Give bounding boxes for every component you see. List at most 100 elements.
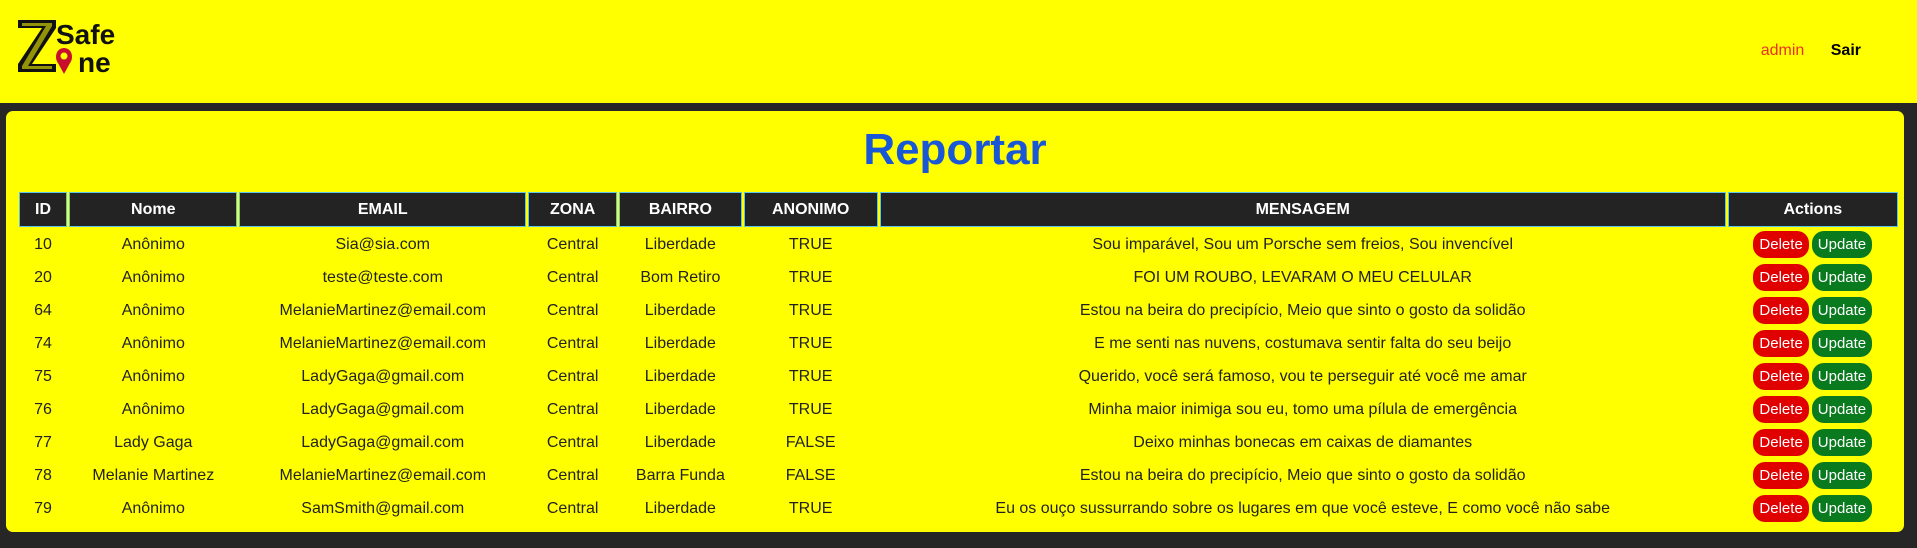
table-row: 75 Anônimo LadyGaga@gmail.com Central Li… xyxy=(19,361,1898,392)
table-row: 74 Anônimo MelanieMartinez@email.com Cen… xyxy=(19,328,1898,359)
delete-button[interactable]: Delete xyxy=(1753,264,1809,291)
update-button[interactable]: Update xyxy=(1811,462,1873,489)
cell-bairro: Liberdade xyxy=(644,400,716,418)
delete-button[interactable]: Delete xyxy=(1753,231,1809,258)
column-header-anonimo: ANONIMO xyxy=(743,192,878,227)
cell-anonimo: TRUE xyxy=(788,367,833,385)
cell-bairro: Barra Funda xyxy=(635,466,725,484)
cell-email: MelanieMartinez@email.com xyxy=(279,466,487,484)
cell-zona: Central xyxy=(546,400,599,418)
cell-actions: Delete Update xyxy=(1728,394,1898,425)
cell-actions: Delete Update xyxy=(1728,262,1898,293)
cell-nome: Anônimo xyxy=(121,367,185,385)
delete-button[interactable]: Delete xyxy=(1753,495,1809,522)
cell-email: MelanieMartinez@email.com xyxy=(279,301,487,319)
cell-nome: Anônimo xyxy=(121,268,185,286)
cell-actions: Delete Update xyxy=(1728,493,1898,524)
cell-nome: Anônimo xyxy=(121,334,185,352)
column-header-mensagem: MENSAGEM xyxy=(879,192,1726,227)
cell-actions: Delete Update xyxy=(1728,229,1898,260)
table-row: 77 Lady Gaga LadyGaga@gmail.com Central … xyxy=(19,427,1898,458)
cell-bairro: Liberdade xyxy=(644,301,716,319)
update-button[interactable]: Update xyxy=(1811,297,1873,324)
table-row: 79 Anônimo SamSmith@gmail.com Central Li… xyxy=(19,493,1898,524)
cell-email: SamSmith@gmail.com xyxy=(301,499,465,517)
logout-link[interactable]: Sair xyxy=(1831,42,1861,59)
cell-actions: Delete Update xyxy=(1728,427,1898,458)
page-title: Reportar xyxy=(863,125,1047,174)
cell-actions: Delete Update xyxy=(1728,361,1898,392)
update-button[interactable]: Update xyxy=(1811,264,1873,291)
cell-mensagem: Sou imparável, Sou um Porsche sem freios… xyxy=(1092,235,1513,253)
cell-id: 77 xyxy=(34,433,52,451)
cell-actions: Delete Update xyxy=(1728,460,1898,491)
cell-email: Sia@sia.com xyxy=(335,235,431,253)
cell-anonimo: TRUE xyxy=(788,400,833,418)
table-row: 64 Anônimo MelanieMartinez@email.com Cen… xyxy=(19,295,1898,326)
cell-mensagem: Querido, você será famoso, vou te perseg… xyxy=(1078,367,1527,385)
svg-text:Safe: Safe xyxy=(56,19,115,50)
table-row: 78 Melanie Martinez MelanieMartinez@emai… xyxy=(19,460,1898,491)
cell-mensagem: E me senti nas nuvens, costumava sentir … xyxy=(1094,334,1512,352)
reports-table: ID Nome EMAIL ZONA BAIRRO ANONIMO MENSAG… xyxy=(17,190,1900,526)
cell-zona: Central xyxy=(546,301,599,319)
cell-email: teste@teste.com xyxy=(322,268,443,286)
cell-anonimo: TRUE xyxy=(788,499,833,517)
cell-bairro: Liberdade xyxy=(644,433,716,451)
table-header-row: ID Nome EMAIL ZONA BAIRRO ANONIMO MENSAG… xyxy=(19,192,1898,227)
cell-nome: Melanie Martinez xyxy=(92,466,215,484)
delete-button[interactable]: Delete xyxy=(1753,462,1809,489)
user-nav: admin Sair xyxy=(1761,42,1861,60)
update-button[interactable]: Update xyxy=(1811,231,1873,258)
update-button[interactable]: Update xyxy=(1811,330,1873,357)
table-row: 20 Anônimo teste@teste.com Central Bom R… xyxy=(19,262,1898,293)
cell-zona: Central xyxy=(546,334,599,352)
delete-button[interactable]: Delete xyxy=(1753,429,1809,456)
cell-id: 75 xyxy=(34,367,52,385)
update-button[interactable]: Update xyxy=(1811,429,1873,456)
cell-mensagem: Eu os ouço sussurrando sobre os lugares … xyxy=(995,499,1610,517)
cell-mensagem: Estou na beira do precipício, Meio que s… xyxy=(1079,301,1526,319)
column-header-id: ID xyxy=(19,192,68,227)
safe-zone-logo[interactable]: Safe ne xyxy=(16,14,128,90)
cell-mensagem: Minha maior inimiga sou eu, tomo uma píl… xyxy=(1088,400,1518,418)
cell-email: LadyGaga@gmail.com xyxy=(301,433,465,451)
table-row: 76 Anônimo LadyGaga@gmail.com Central Li… xyxy=(19,394,1898,425)
cell-zona: Central xyxy=(546,367,599,385)
cell-id: 64 xyxy=(34,301,52,319)
cell-nome: Lady Gaga xyxy=(114,433,193,451)
cell-anonimo: TRUE xyxy=(788,235,833,253)
delete-button[interactable]: Delete xyxy=(1753,363,1809,390)
column-header-email: EMAIL xyxy=(239,192,527,227)
cell-email: LadyGaga@gmail.com xyxy=(301,367,465,385)
cell-id: 76 xyxy=(34,400,52,418)
cell-nome: Anônimo xyxy=(121,400,185,418)
update-button[interactable]: Update xyxy=(1811,396,1873,423)
delete-button[interactable]: Delete xyxy=(1753,330,1809,357)
cell-anonimo: FALSE xyxy=(785,466,836,484)
cell-anonimo: TRUE xyxy=(788,301,833,319)
update-button[interactable]: Update xyxy=(1811,363,1873,390)
cell-bairro: Liberdade xyxy=(644,235,716,253)
cell-zona: Central xyxy=(546,268,599,286)
delete-button[interactable]: Delete xyxy=(1753,297,1809,324)
column-header-zona: ZONA xyxy=(528,192,618,227)
cell-id: 79 xyxy=(34,499,52,517)
cell-mensagem: Deixo minhas bonecas em caixas de diaman… xyxy=(1133,433,1473,451)
cell-bairro: Liberdade xyxy=(644,367,716,385)
cell-id: 78 xyxy=(34,466,52,484)
column-header-nome: Nome xyxy=(69,192,238,227)
update-button[interactable]: Update xyxy=(1811,495,1873,522)
cell-zona: Central xyxy=(546,235,599,253)
cell-mensagem: Estou na beira do precipício, Meio que s… xyxy=(1079,466,1526,484)
table-row: 10 Anônimo Sia@sia.com Central Liberdade… xyxy=(19,229,1898,260)
column-header-bairro: BAIRRO xyxy=(619,192,742,227)
cell-email: LadyGaga@gmail.com xyxy=(301,400,465,418)
cell-nome: Anônimo xyxy=(121,499,185,517)
delete-button[interactable]: Delete xyxy=(1753,396,1809,423)
cell-bairro: Bom Retiro xyxy=(640,268,721,286)
cell-zona: Central xyxy=(546,466,599,484)
report-panel: Reportar ID Nome EMAIL ZONA BAIRRO ANONI… xyxy=(6,111,1904,532)
cell-mensagem: FOI UM ROUBO, LEVARAM O MEU CELULAR xyxy=(1133,268,1472,286)
cell-actions: Delete Update xyxy=(1728,328,1898,359)
